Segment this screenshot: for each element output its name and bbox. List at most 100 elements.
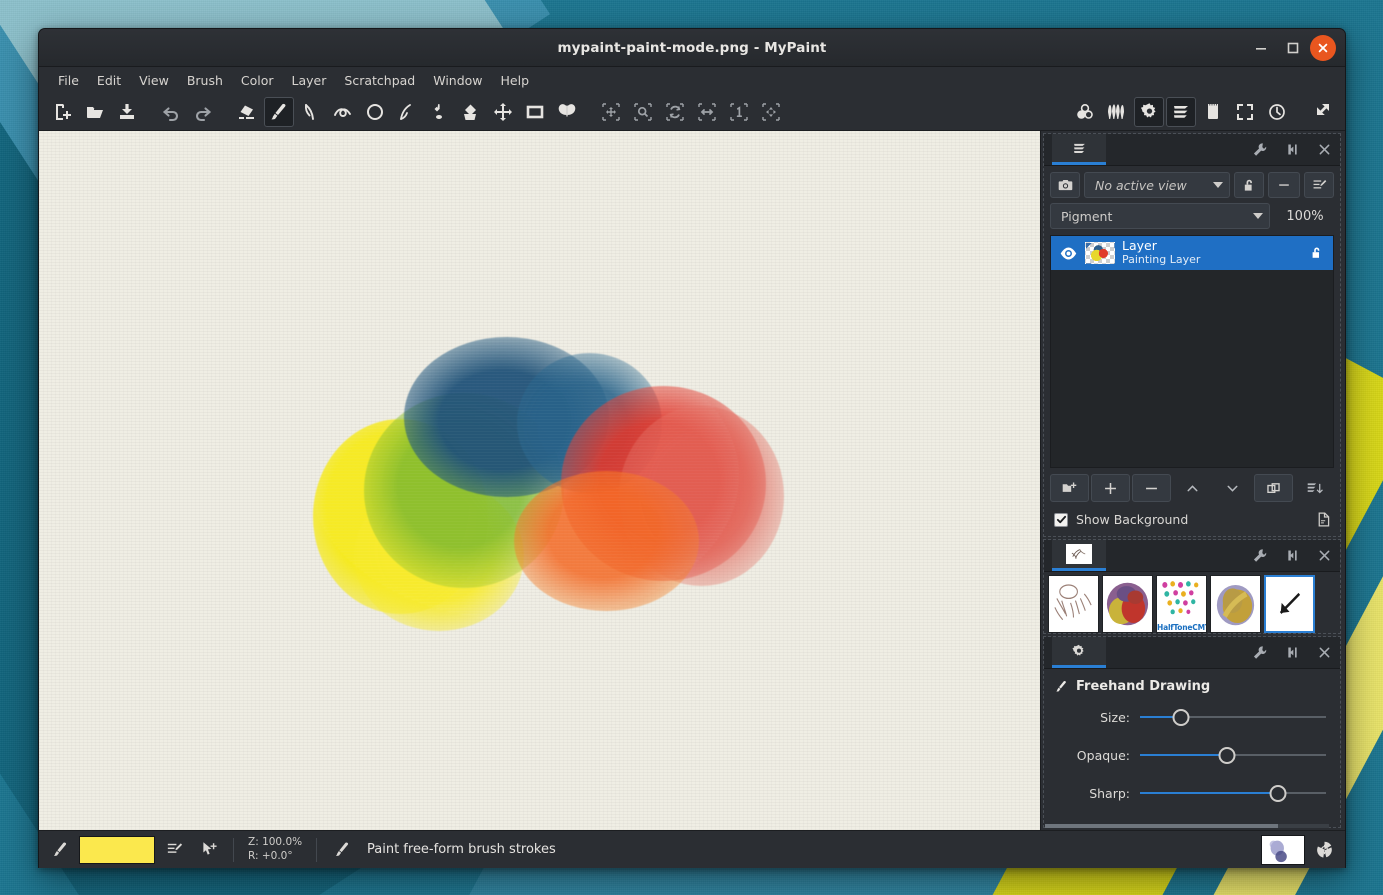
sharp-slider[interactable] xyxy=(1140,782,1326,804)
move-layer-icon[interactable] xyxy=(488,97,518,127)
menu-edit[interactable]: Edit xyxy=(88,70,130,91)
menu-scratchpad[interactable]: Scratchpad xyxy=(335,70,424,91)
status-separator-2 xyxy=(316,837,317,862)
close-panel-icon[interactable] xyxy=(1308,637,1340,668)
layer-opacity-value[interactable]: 100% xyxy=(1276,209,1334,224)
pointer-add-icon[interactable] xyxy=(193,835,223,865)
list-item[interactable] xyxy=(1264,575,1315,633)
undo-icon[interactable] xyxy=(156,97,186,127)
slider-knob[interactable] xyxy=(1218,747,1236,764)
layer-visibility-eye-icon[interactable] xyxy=(1059,246,1078,261)
current-color-swatch[interactable] xyxy=(79,835,155,864)
expand-arrows-icon[interactable] xyxy=(1306,97,1336,127)
open-document-icon[interactable] xyxy=(80,97,110,127)
drawing-canvas[interactable] xyxy=(39,131,1041,830)
inking-pen-icon[interactable] xyxy=(392,97,422,127)
pan-view-icon[interactable] xyxy=(596,97,626,127)
save-document-icon[interactable] xyxy=(112,97,142,127)
detach-panel-icon[interactable] xyxy=(1276,540,1308,571)
line-and-curve-icon[interactable] xyxy=(296,97,326,127)
history-clock-icon[interactable] xyxy=(1262,97,1292,127)
active-view-selector[interactable]: No active view xyxy=(1084,172,1230,198)
symmetry-icon[interactable] xyxy=(552,97,582,127)
table-row[interactable]: Layer Painting Layer xyxy=(1051,236,1333,270)
wrench-icon[interactable] xyxy=(1244,637,1276,668)
frame-edit-icon[interactable] xyxy=(520,97,550,127)
size-slider[interactable] xyxy=(1140,706,1326,728)
detach-panel-icon[interactable] xyxy=(1276,637,1308,668)
wrench-icon[interactable] xyxy=(1244,540,1276,571)
list-item[interactable] xyxy=(1102,575,1153,633)
color-chooser-icon[interactable] xyxy=(1070,97,1100,127)
close-panel-icon[interactable] xyxy=(1308,540,1340,571)
mirror-view-icon[interactable] xyxy=(692,97,722,127)
layers-icon[interactable] xyxy=(1166,96,1196,127)
wrench-icon[interactable] xyxy=(1244,134,1276,165)
freehand-brush-icon[interactable] xyxy=(264,96,294,127)
tab-tool-options[interactable] xyxy=(1052,637,1106,668)
scratchpad-thumbnail[interactable] xyxy=(1261,834,1305,865)
menu-view[interactable]: View xyxy=(130,70,178,91)
menu-layer[interactable]: Layer xyxy=(283,70,336,91)
list-item[interactable] xyxy=(1210,575,1261,633)
fit-view-icon[interactable] xyxy=(756,97,786,127)
remove-view-button[interactable] xyxy=(1268,172,1300,198)
close-panel-icon[interactable] xyxy=(1308,134,1340,165)
add-layer-button[interactable] xyxy=(1090,474,1130,502)
slider-knob[interactable] xyxy=(1172,709,1190,726)
minimize-button[interactable] xyxy=(1246,33,1276,63)
tab-brushes[interactable] xyxy=(1052,540,1106,571)
background-page-icon[interactable] xyxy=(1315,511,1332,528)
opaque-slider[interactable] xyxy=(1140,744,1326,766)
raise-layer-button[interactable] xyxy=(1173,474,1212,502)
blend-mode-selector[interactable]: Pigment xyxy=(1050,203,1270,229)
brush-selector-icon[interactable] xyxy=(1102,97,1132,127)
scratchpad-icon[interactable] xyxy=(1198,97,1228,127)
list-item[interactable] xyxy=(1048,575,1099,633)
list-item[interactable]: HalfToneCMY xyxy=(1156,575,1207,633)
brush-strip-scrollbar[interactable] xyxy=(1045,824,1329,828)
new-group-button[interactable] xyxy=(1050,474,1089,502)
lower-layer-button[interactable] xyxy=(1213,474,1252,502)
size-label: Size: xyxy=(1100,709,1130,725)
brush-thumbnail-strip[interactable]: HalfToneCMY xyxy=(1044,572,1340,633)
show-background-label: Show Background xyxy=(1076,512,1189,527)
new-document-icon[interactable] xyxy=(48,97,78,127)
maximize-button[interactable] xyxy=(1278,33,1308,63)
scratchpad-settings-icon[interactable] xyxy=(1309,835,1339,865)
paint-bucket-icon[interactable] xyxy=(456,97,486,127)
slider-knob[interactable] xyxy=(1269,785,1287,802)
merge-layer-button[interactable] xyxy=(1295,474,1334,502)
camera-icon[interactable] xyxy=(1050,172,1080,198)
eraser-icon[interactable] xyxy=(232,97,262,127)
zoom-view-icon[interactable] xyxy=(628,97,658,127)
menu-window[interactable]: Window xyxy=(424,70,491,91)
rotation-value: R: +0.0° xyxy=(248,849,293,862)
unlocked-padlock-icon[interactable] xyxy=(1234,172,1264,198)
rename-icon[interactable] xyxy=(1304,172,1334,198)
tab-layers[interactable] xyxy=(1052,134,1106,165)
layers-list[interactable]: Layer Painting Layer xyxy=(1050,235,1334,468)
reset-zoom-icon[interactable] xyxy=(724,97,754,127)
brush-icon[interactable] xyxy=(45,835,75,865)
menu-file[interactable]: File xyxy=(49,70,88,91)
close-button[interactable] xyxy=(1310,34,1336,61)
menu-brush[interactable]: Brush xyxy=(178,70,232,91)
ellipse-icon[interactable] xyxy=(360,97,390,127)
menu-help[interactable]: Help xyxy=(492,70,539,91)
fullscreen-icon[interactable] xyxy=(1230,97,1260,127)
layer-lock-icon[interactable] xyxy=(1309,245,1325,261)
layer-type: Painting Layer xyxy=(1122,252,1201,266)
show-background-checkbox[interactable] xyxy=(1054,512,1068,527)
detach-panel-icon[interactable] xyxy=(1276,134,1308,165)
connected-lines-icon[interactable] xyxy=(328,97,358,127)
rotate-view-icon[interactable] xyxy=(660,97,690,127)
sharp-label: Sharp: xyxy=(1089,785,1130,801)
menu-color[interactable]: Color xyxy=(232,70,283,91)
brush-settings-icon[interactable] xyxy=(1134,96,1164,127)
redo-icon[interactable] xyxy=(188,97,218,127)
edit-pencil-icon[interactable] xyxy=(159,835,189,865)
flood-fill-icon[interactable] xyxy=(424,97,454,127)
remove-layer-button[interactable] xyxy=(1131,474,1171,502)
duplicate-layer-button[interactable] xyxy=(1254,474,1294,502)
